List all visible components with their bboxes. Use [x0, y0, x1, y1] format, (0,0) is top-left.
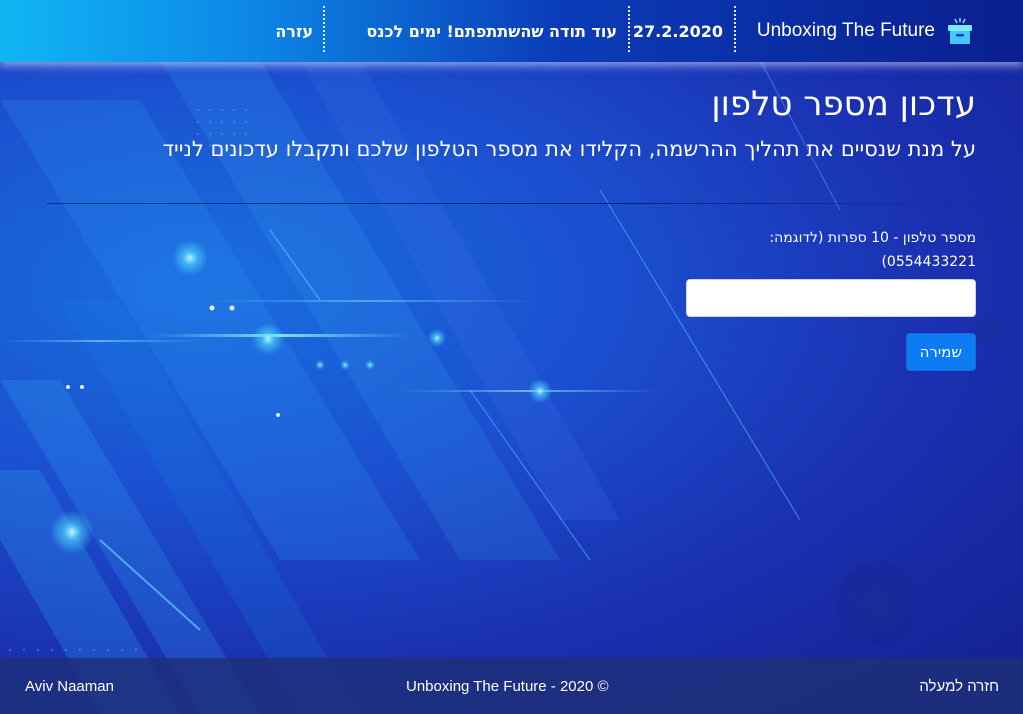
event-date: 27.2.2020: [632, 21, 723, 41]
main-content: עדכון מספר טלפון על מנת שנסיים את תהליך …: [0, 62, 1023, 658]
brand-name: Unboxing The Future: [756, 20, 935, 41]
nav-divider: [323, 6, 325, 52]
nav-divider: [734, 6, 736, 52]
divider: [47, 203, 976, 204]
nav-divider: [628, 6, 630, 52]
footer: Aviv Naaman Unboxing The Future - 2020 ©…: [0, 658, 1023, 714]
open-box-icon: [945, 16, 975, 46]
days-countdown: עוד תודה שהשתתפתם! ימים לכנס: [366, 21, 617, 41]
brand[interactable]: Unboxing The Future: [757, 0, 975, 62]
phone-input[interactable]: [686, 279, 976, 317]
page-subtitle: על מנת שנסיים את תהליך ההרשמה, הקלידו את…: [162, 137, 976, 161]
save-button[interactable]: שמירה: [905, 333, 976, 371]
top-navbar: Unboxing The Future 27.2.2020 עוד תודה ש…: [0, 0, 1023, 62]
phone-label: מספר טלפון - 10 ספרות (לדוגמה: 055443322…: [769, 230, 976, 270]
nav-help-link[interactable]: עזרה: [275, 0, 313, 62]
back-to-top-link[interactable]: חזרה למעלה: [919, 658, 999, 714]
footer-author: Aviv Naaman: [25, 677, 114, 695]
footer-copyright: Unboxing The Future - 2020 ©: [406, 677, 609, 695]
page-title: עדכון מספר טלפון: [711, 84, 976, 124]
